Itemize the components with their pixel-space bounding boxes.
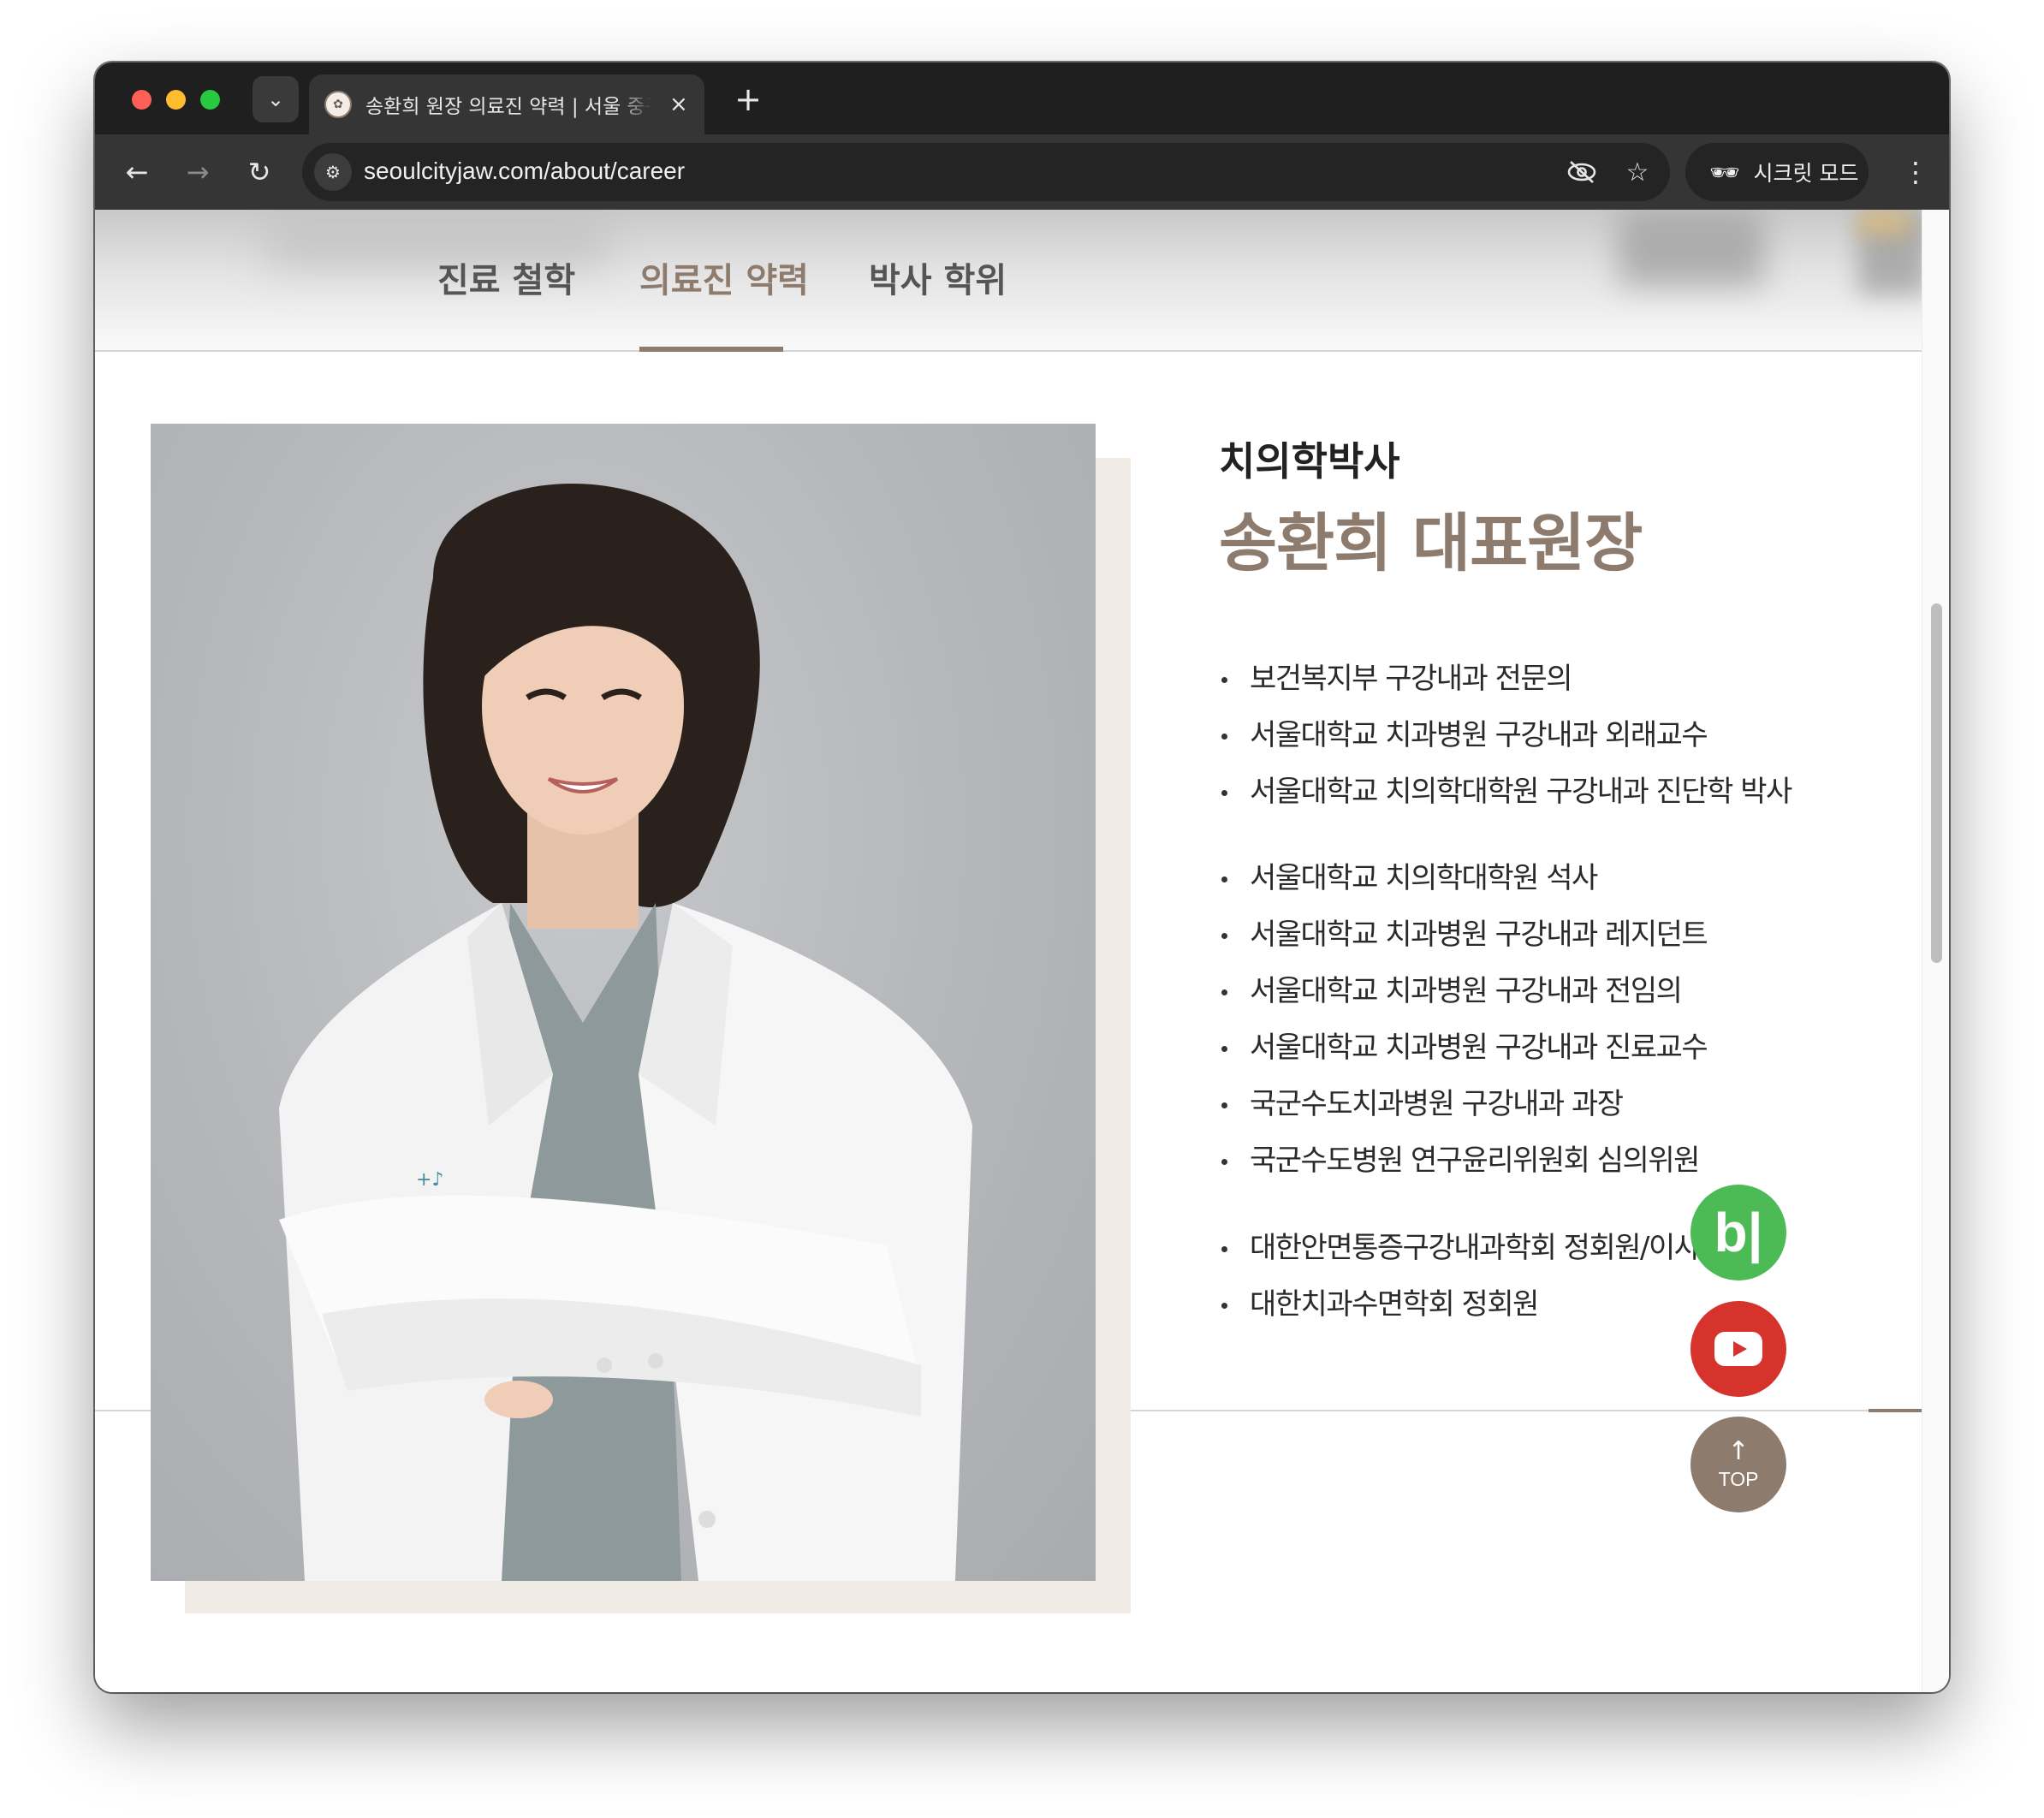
tab-strip: ⌄ ✿ 송환희 원장 의료진 약력 | 서울 중구 × + [95, 62, 1949, 134]
blog-icon: b| [1714, 1202, 1763, 1263]
incognito-label: 시크릿 모드 [1753, 161, 1859, 186]
reload-icon[interactable]: ↻ [241, 153, 278, 191]
eye-off-icon[interactable] [1565, 155, 1599, 189]
url-text[interactable]: seoulcityjaw.com/about/career [364, 157, 685, 185]
address-bar[interactable]: ⚙ seoulcityjaw.com/about/career ☆ [302, 143, 1670, 201]
career-item: 대한안면통증구강내과학회 정회원/이사 [1219, 1220, 1701, 1276]
scroll-top-button[interactable]: ↑ TOP [1690, 1417, 1786, 1512]
browser-window: ⌄ ✿ 송환희 원장 의료진 약력 | 서울 중구 × + ← → ↻ ⚙ se… [95, 62, 1949, 1692]
career-item: 서울대학교 치의학대학원 석사 [1219, 850, 1707, 906]
career-item: 서울대학교 치과병원 구강내과 레지던트 [1219, 906, 1708, 963]
doctor-name: 송환희 대표원장 [1219, 507, 1643, 580]
career-item: 서울대학교 치과병원 구강내과 진료교수 [1219, 1019, 1708, 1076]
hero-banner [95, 210, 1922, 352]
page-content: 진료 철학 의료진 약력 박사 학위 +♪ 치의학박사 송환희 대표원장 보건복… [95, 210, 1922, 1692]
scrollbar-thumb[interactable] [1931, 603, 1942, 963]
section-divider [1131, 1410, 1922, 1411]
svg-text:+♪: +♪ [416, 1169, 443, 1191]
incognito-icon: 🕶 [1709, 157, 1740, 187]
career-item: 대한치과수면학회 정회원 [1219, 1276, 1700, 1333]
career-list: 보건복지부 구강내과 전문의 서울대학교 치과병원 구강내과 외래교수 서울대학… [1219, 651, 1792, 820]
subnav-career[interactable]: 의료진 약력 [639, 253, 809, 302]
subnav-divider [95, 350, 1922, 352]
tab-close-icon[interactable]: × [669, 92, 688, 117]
tab-search-chevron-icon[interactable]: ⌄ [253, 76, 299, 122]
scroll-top-label: TOP [1718, 1467, 1759, 1490]
subnav-philosophy[interactable]: 진료 철학 [437, 253, 575, 302]
arrow-up-icon: ↑ [1727, 1435, 1750, 1466]
career-item: 서울대학교 치의학대학원 구강내과 진단학 박사 [1219, 763, 1792, 820]
youtube-button[interactable] [1690, 1301, 1786, 1397]
maximize-window-button[interactable] [200, 90, 220, 110]
page-scrollbar[interactable] [1922, 210, 1949, 1692]
career-item: 보건복지부 구강내과 전문의 [1219, 651, 1791, 707]
career-item: 국군수도병원 연구윤리위원회 심의위원 [1219, 1132, 1707, 1189]
career-item: 서울대학교 치과병원 구강내과 외래교수 [1219, 707, 1791, 763]
subnav-active-underline [639, 347, 783, 352]
career-item: 국군수도치과병원 구강내과 과장 [1219, 1076, 1707, 1132]
tab-title: 송환희 원장 의료진 약력 | 서울 중구 [365, 96, 652, 118]
subnav-doctorate[interactable]: 박사 학위 [869, 253, 1007, 302]
browser-toolbar: ← → ↻ ⚙ seoulcityjaw.com/about/career ☆ … [95, 134, 1949, 210]
section-divider [95, 1410, 151, 1411]
blog-button[interactable]: b| [1690, 1185, 1786, 1280]
close-window-button[interactable] [132, 90, 152, 110]
new-tab-button[interactable]: + [727, 78, 769, 121]
section-divider-accent [1869, 1409, 1922, 1412]
doctor-portrait: +♪ [151, 424, 1096, 1581]
back-arrow-icon[interactable]: ← [118, 153, 156, 191]
doctor-degree: 치의학박사 [1219, 438, 1400, 484]
incognito-badge[interactable]: 🕶 시크릿 모드 [1685, 143, 1869, 201]
minimize-window-button[interactable] [166, 90, 186, 110]
career-list: 서울대학교 치의학대학원 석사 서울대학교 치과병원 구강내과 레지던트 서울대… [1219, 850, 1708, 1189]
site-settings-icon[interactable]: ⚙ [314, 153, 352, 191]
career-item: 서울대학교 치과병원 구강내과 전임의 [1219, 963, 1707, 1019]
career-list: 대한안면통증구강내과학회 정회원/이사 대한치과수면학회 정회원 [1219, 1220, 1701, 1333]
bookmark-star-icon[interactable]: ☆ [1620, 155, 1655, 189]
site-favicon-icon: ✿ [324, 91, 352, 118]
browser-menu-icon[interactable]: ⋮ [1902, 153, 1929, 191]
browser-tab[interactable]: ✿ 송환희 원장 의료진 약력 | 서울 중구 × [309, 74, 704, 134]
forward-arrow-icon[interactable]: → [179, 153, 217, 191]
youtube-icon [1714, 1332, 1762, 1366]
